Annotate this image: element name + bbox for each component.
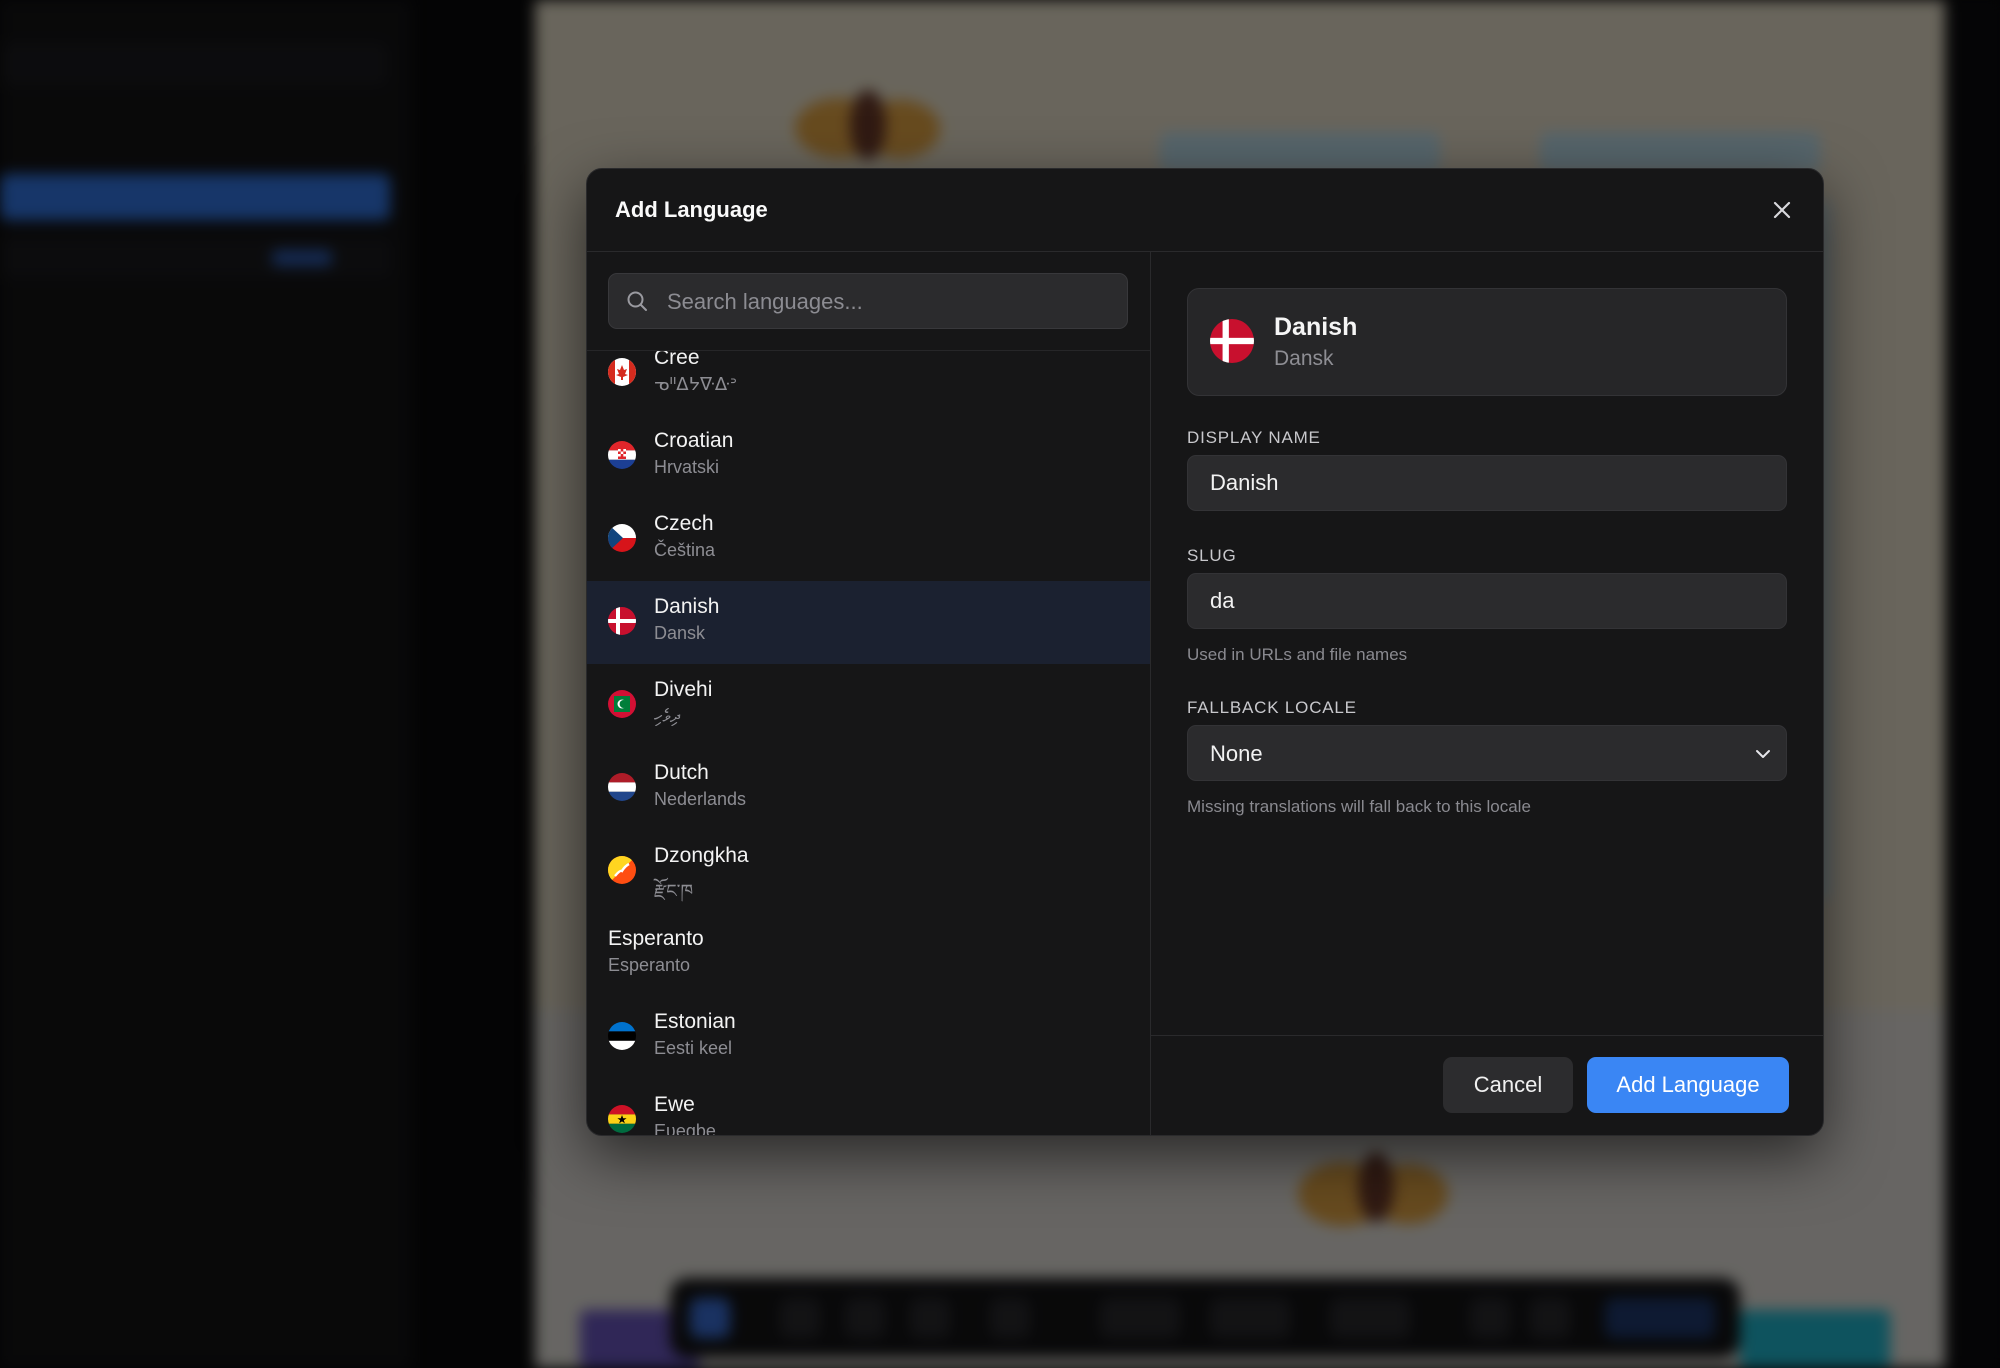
language-list-pane: Cree ᓀᐦᐃᔭᐍᐏᐣ Croatian Hrvatski Czech Čeština D… bbox=[587, 252, 1151, 1135]
language-native-name: ދިވެހި bbox=[654, 706, 680, 726]
language-option-divehi[interactable]: Divehi ދިވެހި bbox=[587, 664, 1150, 747]
preview-native-name: Dansk bbox=[1274, 347, 1334, 370]
language-option-cree[interactable]: Cree ᓀᐦᐃᔭᐍᐏᐣ bbox=[587, 351, 1150, 415]
language-option-dutch[interactable]: Dutch Nederlands bbox=[587, 747, 1150, 830]
language-option-danish[interactable]: Danish Dansk bbox=[587, 581, 1150, 664]
language-details-pane: Danish Dansk DISPLAY NAME SLUG Used in U… bbox=[1151, 252, 1823, 1135]
slug-label: SLUG bbox=[1187, 546, 1237, 565]
search-input[interactable] bbox=[665, 274, 1119, 330]
language-name: Estonian bbox=[654, 1010, 736, 1033]
netherlands-flag-icon bbox=[608, 773, 636, 801]
language-list[interactable]: Cree ᓀᐦᐃᔭᐍᐏᐣ Croatian Hrvatski Czech Čeština D… bbox=[587, 351, 1150, 1135]
language-name: Danish bbox=[654, 595, 720, 618]
preview-language-name: Danish bbox=[1274, 313, 1358, 341]
language-native-name: Eesti keel bbox=[654, 1038, 733, 1058]
add-language-button[interactable]: Add Language bbox=[1587, 1057, 1789, 1113]
search-icon bbox=[627, 291, 647, 311]
close-button[interactable] bbox=[1763, 191, 1801, 229]
language-name: Dzongkha bbox=[654, 844, 749, 867]
dialog-header: Add Language bbox=[587, 169, 1823, 252]
language-name: Ewe bbox=[654, 1093, 695, 1116]
language-option-estonian[interactable]: Estonian Eesti keel bbox=[587, 996, 1150, 1079]
denmark-flag-icon bbox=[1210, 319, 1254, 363]
ghana-flag-icon bbox=[608, 1105, 636, 1133]
search-field[interactable] bbox=[608, 273, 1128, 330]
language-name: Esperanto bbox=[608, 927, 704, 950]
display-name-input[interactable] bbox=[1187, 455, 1787, 511]
estonia-flag-icon bbox=[608, 1022, 636, 1050]
canada-flag-icon bbox=[608, 358, 636, 386]
fallback-locale-select[interactable]: None bbox=[1187, 725, 1787, 781]
denmark-flag-icon bbox=[608, 607, 636, 635]
language-native-name: Dansk bbox=[654, 623, 706, 643]
language-native-name: Nederlands bbox=[654, 789, 747, 809]
bhutan-flag-icon bbox=[608, 856, 636, 884]
language-preview-card: Danish Dansk bbox=[1187, 288, 1787, 396]
fallback-locale-value: None bbox=[1210, 741, 1263, 766]
language-native-name: ᓀᐦᐃᔭᐍᐏᐣ bbox=[654, 374, 737, 394]
fallback-locale-label: FALLBACK LOCALE bbox=[1187, 698, 1357, 717]
language-native-name: Hrvatski bbox=[654, 457, 720, 477]
dialog-footer: Cancel Add Language bbox=[1151, 1035, 1823, 1135]
slug-help-text: Used in URLs and file names bbox=[1187, 645, 1408, 664]
add-language-dialog: Add Language Cree ᓀᐦᐃᔭᐍᐏᐣ Croatian Hrvatski… bbox=[586, 168, 1824, 1136]
language-option-dzongkha[interactable]: Dzongkha རྫོང་ཁ bbox=[587, 830, 1150, 913]
dialog-title: Add Language bbox=[615, 197, 768, 222]
language-native-name: Eʋegbe bbox=[654, 1121, 716, 1135]
language-option-ewe[interactable]: Ewe Eʋegbe bbox=[587, 1079, 1150, 1135]
czech-flag-icon bbox=[608, 524, 636, 552]
maldives-flag-icon bbox=[608, 690, 636, 718]
display-name-label: DISPLAY NAME bbox=[1187, 428, 1321, 447]
language-name: Croatian bbox=[654, 429, 734, 452]
cancel-button[interactable]: Cancel bbox=[1443, 1057, 1573, 1113]
chevron-down-icon bbox=[1756, 750, 1770, 758]
language-native-name: Čeština bbox=[654, 540, 716, 560]
slug-input[interactable] bbox=[1187, 573, 1787, 629]
language-option-esperanto[interactable]: Esperanto Esperanto bbox=[587, 913, 1150, 996]
fallback-help-text: Missing translations will fall back to t… bbox=[1187, 797, 1531, 816]
language-option-czech[interactable]: Czech Čeština bbox=[587, 498, 1150, 581]
language-native-name: Esperanto bbox=[608, 955, 691, 975]
language-name: Cree bbox=[654, 351, 700, 369]
language-name: Czech bbox=[654, 512, 714, 535]
language-name: Divehi bbox=[654, 678, 713, 701]
croatia-flag-icon bbox=[608, 441, 636, 469]
language-name: Dutch bbox=[654, 761, 709, 784]
close-icon bbox=[1773, 201, 1791, 219]
language-option-croatian[interactable]: Croatian Hrvatski bbox=[587, 415, 1150, 498]
